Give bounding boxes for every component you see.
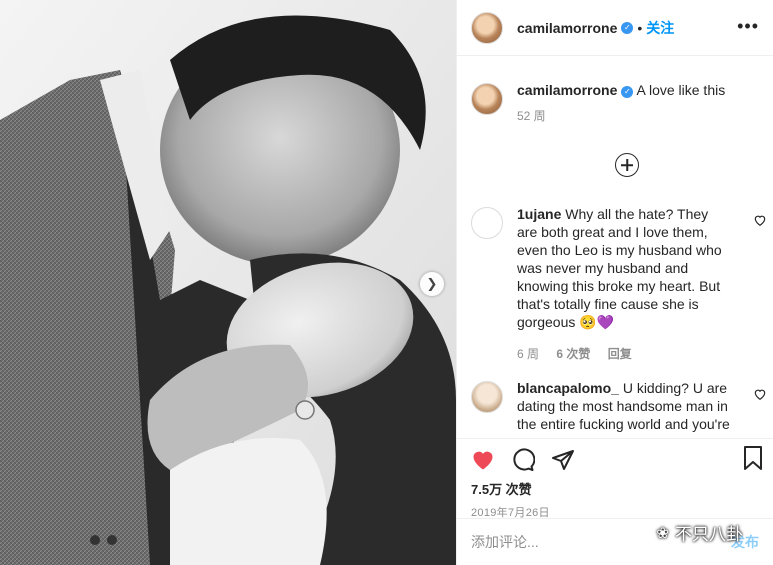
avatar[interactable] xyxy=(471,381,503,413)
comment-meta: 6 周 6 次赞 回复 xyxy=(517,345,732,363)
heart-filled-icon[interactable] xyxy=(471,448,495,472)
chevron-right-icon: ❯ xyxy=(426,276,438,291)
caption-meta: 52 周 xyxy=(517,107,757,125)
plus-circle-icon[interactable] xyxy=(615,153,639,177)
avatar[interactable] xyxy=(471,83,503,115)
comment-body: 1ujane Why all the hate? They are both g… xyxy=(517,205,732,363)
bookmark-icon[interactable] xyxy=(741,445,765,471)
comment-text: Why all the hate? They are both great an… xyxy=(517,206,722,330)
comment-item: 1ujane Why all the hate? They are both g… xyxy=(471,205,773,363)
comment-time[interactable]: 6 周 xyxy=(517,347,539,361)
verified-badge-icon: ✓ xyxy=(621,21,634,34)
heart-outline-icon[interactable] xyxy=(753,387,767,401)
caption: camilamorrone ✓ A love like this 52 周 xyxy=(471,81,757,125)
comment-body: blancapalomo_ U kidding? U are dating th… xyxy=(517,379,732,433)
avatar[interactable] xyxy=(471,207,503,239)
likes-count[interactable]: 7.5万 次赞 xyxy=(471,479,759,498)
watermark-text: 不只八卦 xyxy=(675,525,743,544)
action-row xyxy=(471,445,759,475)
caption-username[interactable]: camilamorrone xyxy=(517,82,617,98)
post-panel: camilamorrone ✓ • 关注 ••• camilamorrone ✓ … xyxy=(456,0,773,565)
next-photo-button[interactable]: ❯ xyxy=(420,272,444,296)
reply-button[interactable]: 回复 xyxy=(608,347,632,361)
follow-button[interactable]: 关注 xyxy=(646,18,674,38)
ellipsis-icon[interactable]: ••• xyxy=(737,17,759,35)
comment-username[interactable]: blancapalomo_ xyxy=(517,380,619,396)
post-photo[interactable]: ❯ xyxy=(0,0,456,565)
separator: • xyxy=(637,19,643,36)
wechat-icon: ❀ xyxy=(656,524,669,542)
photo-image xyxy=(0,0,456,565)
post-header: camilamorrone ✓ • 关注 ••• xyxy=(457,0,773,56)
comment-item: blancapalomo_ U kidding? U are dating th… xyxy=(471,379,773,433)
watermark: ❀ 不只八卦 xyxy=(656,520,743,545)
avatar[interactable] xyxy=(471,11,503,44)
comment-username[interactable]: 1ujane xyxy=(517,206,561,222)
paper-plane-icon[interactable] xyxy=(551,448,575,472)
comments-list[interactable]: camilamorrone ✓ A love like this 52 周 1uj… xyxy=(457,57,773,438)
caption-body: camilamorrone ✓ A love like this 52 周 xyxy=(517,81,757,125)
verified-badge-icon: ✓ xyxy=(621,86,634,98)
header-username[interactable]: camilamorrone xyxy=(517,20,617,36)
comment-likes[interactable]: 6 次赞 xyxy=(556,347,590,361)
comment-bubble-icon[interactable] xyxy=(511,448,535,472)
heart-outline-icon[interactable] xyxy=(753,213,767,227)
caption-text: A love like this xyxy=(636,82,726,98)
caption-time[interactable]: 52 周 xyxy=(517,109,546,123)
action-bar: 7.5万 次赞 2019年7月26日 xyxy=(457,438,773,519)
